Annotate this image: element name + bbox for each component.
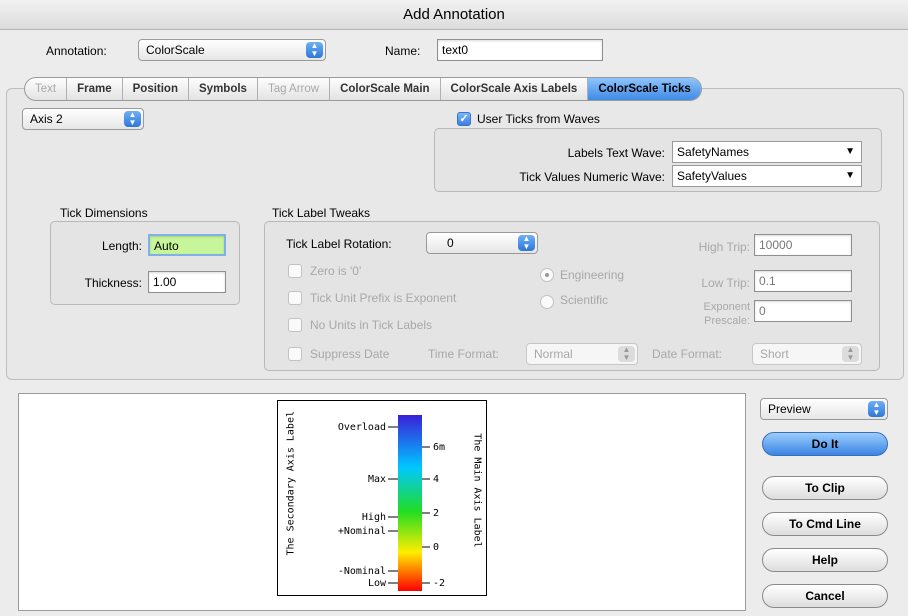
thickness-input[interactable]: 1.00 [148, 271, 226, 293]
right-tick-label: -2 [433, 578, 445, 589]
tab-position[interactable]: Position [123, 78, 189, 100]
exponent-prescale-input[interactable]: 0 [754, 300, 852, 322]
tab-frame[interactable]: Frame [67, 78, 123, 100]
zero-is-0-checkbox[interactable] [288, 264, 302, 278]
thickness-label: Thickness: [84, 276, 142, 290]
tick-label-tweaks-title: Tick Label Tweaks [272, 206, 371, 220]
values-wave-select[interactable]: SafetyValues ▼ [672, 165, 862, 187]
length-label: Length: [101, 239, 142, 253]
left-tick-label: Max [368, 474, 386, 485]
window-title: Add Annotation [0, 0, 908, 30]
left-tick-label: +Nominal [338, 526, 386, 537]
date-format-label: Date Format: [652, 347, 723, 361]
tab-colorscale-main[interactable]: ColorScale Main [330, 78, 441, 100]
preview-popup-value: Preview [768, 402, 811, 416]
unit-prefix-checkbox[interactable] [288, 291, 302, 305]
engineering-radio[interactable] [540, 268, 554, 282]
date-format-value: Short [760, 347, 789, 361]
rotation-popup[interactable]: 0 ▲ ▼ [426, 232, 538, 254]
labels-wave-select[interactable]: SafetyNames ▼ [672, 141, 862, 163]
popup-stepper-icon: ▲ ▼ [868, 401, 885, 417]
rotation-label: Tick Label Rotation: [286, 237, 392, 251]
exponent-label-2: Prescale: [704, 315, 750, 327]
popup-stepper-icon: ▲ ▼ [618, 346, 635, 362]
left-tick-label: High [362, 512, 386, 523]
user-ticks-label: User Ticks from Waves [477, 112, 600, 126]
exponent-label-1: Exponent [703, 301, 750, 313]
do-it-button[interactable]: Do It [762, 432, 888, 456]
tab-tag-arrow: Tag Arrow [258, 78, 331, 100]
annotation-type-value: ColorScale [146, 43, 205, 57]
preview-area: Overload Max High +Nominal -Nominal Low 6m 4 2 0 -… [18, 393, 746, 611]
unit-prefix-label: Tick Unit Prefix is Exponent [310, 291, 457, 305]
popup-stepper-icon: ▲ ▼ [842, 346, 859, 362]
zero-is-0-label: Zero is '0' [310, 264, 362, 278]
annotation-type-popup[interactable]: ColorScale ▲ ▼ [138, 39, 326, 61]
to-cmd-line-button[interactable]: To Cmd Line [762, 512, 888, 536]
popup-stepper-icon: ▲ ▼ [306, 42, 323, 58]
values-wave-value: SafetyValues [677, 169, 747, 183]
left-tick-label: -Nominal [338, 566, 386, 577]
tab-bar: Text Frame Position Symbols Tag Arrow Co… [24, 77, 702, 101]
name-label: Name: [385, 44, 421, 58]
name-input[interactable]: text0 [437, 39, 603, 61]
right-tick-label: 4 [433, 474, 439, 485]
colorscale-svg: Overload Max High +Nominal -NominalLow 6m 4 2 0 -… [338, 415, 445, 591]
low-trip-label: Low Trip: [701, 276, 750, 290]
tick-dimensions-title: Tick Dimensions [60, 206, 148, 220]
cancel-button[interactable]: Cancel [762, 584, 888, 608]
high-trip-input[interactable]: 10000 [754, 234, 852, 256]
dropdown-arrow-icon: ▼ [845, 170, 855, 181]
low-trip-input[interactable]: 0.1 [754, 270, 852, 292]
colorscale-preview: Overload Max High +Nominal -Nominal Low 6m 4 2 0 -… [277, 400, 487, 596]
right-tick-label: 2 [433, 508, 439, 519]
high-trip-label: High Trip: [698, 240, 750, 254]
user-ticks-checkbox[interactable]: ✓ [457, 112, 471, 126]
length-input[interactable]: Auto [148, 234, 226, 256]
no-units-checkbox[interactable] [288, 318, 302, 332]
tab-colorscale-axis-labels[interactable]: ColorScale Axis Labels [441, 78, 589, 100]
left-tick-label: Low [368, 578, 387, 589]
main-axis-label: The Main Axis Label [471, 433, 483, 548]
scientific-label: Scientific [560, 293, 609, 307]
suppress-date-checkbox[interactable] [288, 347, 302, 361]
colorscale-bar [398, 415, 422, 591]
dropdown-arrow-icon: ▼ [845, 146, 855, 157]
time-format-label: Time Format: [428, 347, 499, 361]
rotation-value: 0 [447, 236, 454, 250]
preview-popup[interactable]: Preview ▲ ▼ [760, 398, 888, 420]
axis-popup-value: Axis 2 [30, 112, 63, 126]
labels-wave-value: SafetyNames [677, 145, 750, 159]
axis-popup[interactable]: Axis 2 ▲ ▼ [22, 108, 144, 130]
no-units-label: No Units in Tick Labels [310, 318, 433, 332]
tab-text: Text [25, 78, 68, 100]
engineering-label: Engineering [560, 268, 625, 282]
help-button[interactable]: Help [762, 548, 888, 572]
labels-wave-label: Labels Text Wave: [567, 146, 665, 160]
to-clip-button[interactable]: To Clip [762, 476, 888, 500]
annotation-label: Annotation: [46, 44, 107, 58]
popup-stepper-icon: ▲ ▼ [124, 111, 141, 127]
suppress-date-label: Suppress Date [310, 347, 390, 361]
right-tick-label: 0 [433, 542, 439, 553]
right-tick-label: 6m [433, 442, 445, 453]
secondary-axis-label: The Secondary Axis Label [285, 411, 297, 556]
left-tick-label: Overload [338, 422, 386, 433]
values-wave-label: Tick Values Numeric Wave: [519, 170, 665, 184]
tab-colorscale-ticks[interactable]: ColorScale Ticks [588, 78, 701, 100]
popup-stepper-icon: ▲ ▼ [518, 235, 535, 251]
date-format-popup[interactable]: Short ▲ ▼ [752, 343, 862, 365]
tab-symbols[interactable]: Symbols [189, 78, 258, 100]
scientific-radio[interactable] [540, 295, 554, 309]
time-format-value: Normal [534, 347, 573, 361]
time-format-popup[interactable]: Normal ▲ ▼ [526, 343, 638, 365]
